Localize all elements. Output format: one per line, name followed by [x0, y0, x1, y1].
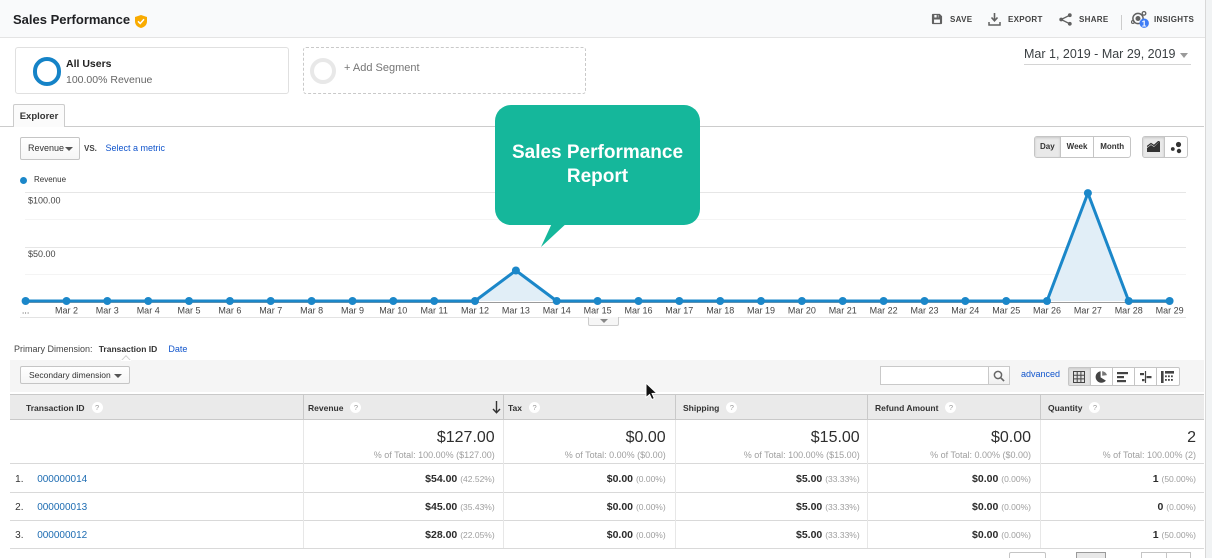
svg-text:Mar 2: Mar 2 — [55, 306, 78, 316]
svg-text:$50.00: $50.00 — [28, 249, 56, 259]
svg-text:Mar 9: Mar 9 — [341, 306, 364, 316]
svg-text:Mar 29: Mar 29 — [1156, 306, 1184, 316]
svg-text:Mar 8: Mar 8 — [300, 306, 323, 316]
svg-text:Mar 27: Mar 27 — [1074, 306, 1102, 316]
svg-text:Mar 17: Mar 17 — [665, 306, 693, 316]
svg-text:Mar 10: Mar 10 — [379, 306, 407, 316]
svg-text:Mar 3: Mar 3 — [96, 306, 119, 316]
svg-text:Mar 11: Mar 11 — [421, 306, 448, 316]
svg-text:Mar 19: Mar 19 — [747, 306, 775, 316]
svg-text:Mar 21: Mar 21 — [829, 306, 857, 316]
svg-text:Mar 24: Mar 24 — [951, 306, 979, 316]
svg-text:Mar 5: Mar 5 — [177, 306, 200, 316]
svg-text:Mar 12: Mar 12 — [461, 306, 489, 316]
svg-text:Mar 28: Mar 28 — [1115, 306, 1143, 316]
svg-text:Mar 15: Mar 15 — [584, 306, 612, 316]
svg-text:Mar 13: Mar 13 — [502, 306, 530, 316]
svg-text:1: 1 — [1142, 18, 1147, 28]
svg-text:Mar 7: Mar 7 — [259, 306, 282, 316]
svg-text:Mar 25: Mar 25 — [992, 306, 1020, 316]
svg-text:Mar 26: Mar 26 — [1033, 306, 1061, 316]
svg-text:...: ... — [22, 306, 30, 316]
svg-text:Mar 6: Mar 6 — [218, 306, 241, 316]
svg-text:Mar 23: Mar 23 — [910, 306, 938, 316]
svg-text:Mar 18: Mar 18 — [706, 306, 734, 316]
svg-text:Mar 4: Mar 4 — [137, 306, 160, 316]
svg-text:Mar 14: Mar 14 — [543, 306, 571, 316]
svg-text:Mar 22: Mar 22 — [870, 306, 898, 316]
svg-text:Mar 16: Mar 16 — [624, 306, 652, 316]
svg-text:$100.00: $100.00 — [28, 196, 61, 206]
svg-text:Mar 20: Mar 20 — [788, 306, 816, 316]
